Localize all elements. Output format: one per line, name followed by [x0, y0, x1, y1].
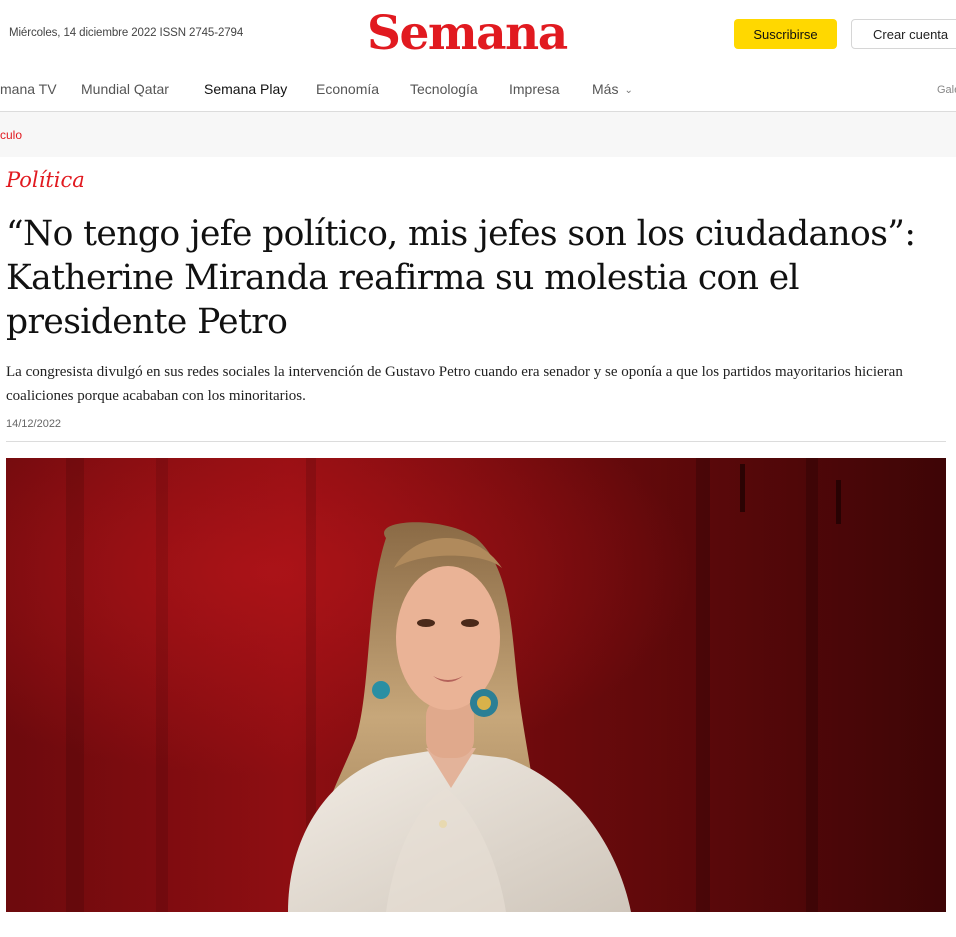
nav-item-mundial-qatar[interactable]: Mundial Qatar — [81, 81, 169, 97]
article-headline: “No tengo jefe político, mis jefes son l… — [6, 214, 916, 342]
nav-item-mas-label: Más — [592, 81, 619, 97]
publish-date: 14/12/2022 — [6, 418, 62, 430]
semana-logo[interactable]: Semana — [367, 4, 568, 64]
nav-item-impresa[interactable]: Impresa — [509, 81, 560, 97]
nav-item-semana-tv[interactable]: mana TV — [0, 81, 57, 97]
breadcrumb[interactable]: culo — [0, 128, 22, 142]
nav-item-tecnologia[interactable]: Tecnología — [410, 81, 478, 97]
breadcrumb-bar: culo — [0, 112, 956, 157]
article-lede: La congresista divulgó en sus redes soci… — [6, 364, 903, 404]
divider — [6, 441, 946, 442]
dateline: Miércoles, 14 diciembre 2022 ISSN 2745-2… — [9, 27, 244, 39]
subscribe-button[interactable]: Suscribirse — [734, 19, 837, 49]
create-account-button[interactable]: Crear cuenta — [851, 19, 956, 49]
nav-item-semana-play[interactable]: Semana Play — [204, 81, 287, 97]
portrait-illustration — [6, 458, 946, 912]
hero-image — [6, 458, 946, 912]
nav-item-galeria[interactable]: Gale — [937, 84, 956, 96]
chevron-down-icon: ⌄ — [624, 85, 633, 96]
nav-item-mas[interactable]: Más ⌄ — [592, 81, 633, 97]
main-nav: mana TV Mundial Qatar Semana Play Econom… — [0, 68, 956, 112]
section-label[interactable]: Política — [6, 168, 85, 192]
site-header: Miércoles, 14 diciembre 2022 ISSN 2745-2… — [0, 0, 956, 68]
nav-item-economia[interactable]: Economía — [316, 81, 379, 97]
